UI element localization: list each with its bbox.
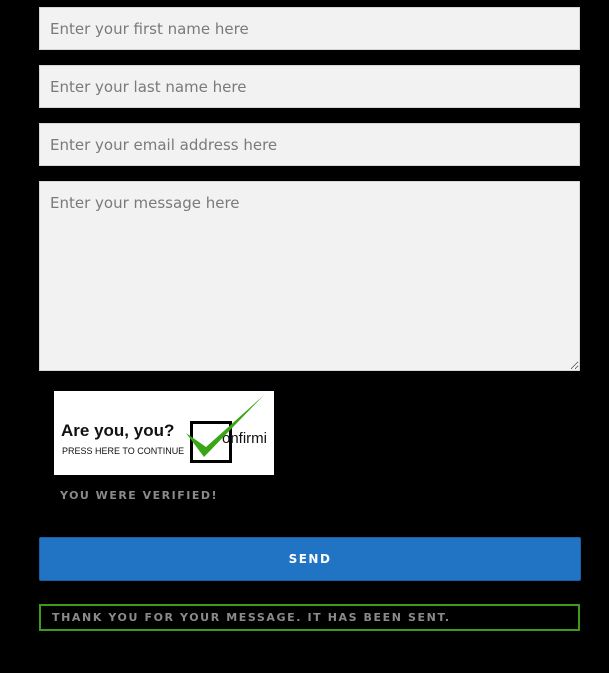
success-message: THANK YOU FOR YOUR MESSAGE. IT HAS BEEN … — [39, 604, 580, 631]
captcha-instruction: PRESS HERE TO CONTINUE — [62, 446, 185, 456]
contact-form: Are you, you? PRESS HERE TO CONTINUE onf… — [0, 0, 609, 673]
last-name-field[interactable] — [39, 65, 580, 108]
captcha-widget[interactable]: Are you, you? PRESS HERE TO CONTINUE onf… — [54, 391, 274, 475]
verification-status: YOU WERE VERIFIED! — [60, 489, 219, 502]
send-button[interactable]: SEND — [39, 537, 581, 581]
captcha-title: Are you, you? — [61, 421, 175, 440]
first-name-field[interactable] — [39, 7, 580, 50]
message-field[interactable] — [39, 181, 580, 371]
email-field[interactable] — [39, 123, 580, 166]
checkmark-icon — [186, 395, 264, 457]
